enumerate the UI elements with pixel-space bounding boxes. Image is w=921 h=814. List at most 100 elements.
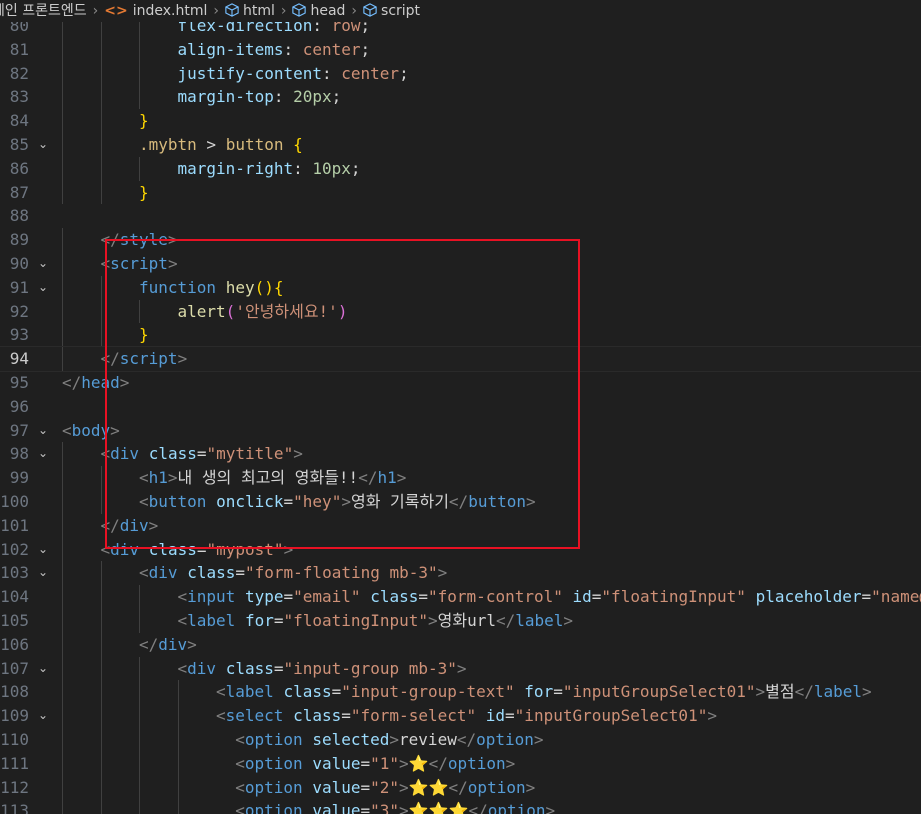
code-token: class	[225, 658, 274, 678]
code-line[interactable]: 80 flex-direction: row;	[0, 22, 921, 38]
code-line[interactable]: 88	[0, 204, 921, 228]
indent-guide	[62, 608, 63, 633]
code-line[interactable]: 110 <option selected>review</option>	[0, 727, 921, 752]
code-token: >	[167, 468, 178, 488]
code-token: >	[399, 753, 409, 773]
code-line[interactable]: 91 ⌄ function hey(){	[0, 275, 921, 300]
indent-guide	[100, 61, 102, 86]
code-line[interactable]: 94 </script>	[0, 346, 921, 372]
code-text: <h1>내 생의 최고의 영화들!!</h1>	[139, 466, 406, 490]
code-line[interactable]: 109 ⌄ <select class="form-select" id="inpu…	[0, 704, 921, 728]
code-token: div	[187, 658, 217, 678]
indent-guide	[139, 799, 140, 814]
code-editor[interactable]: 80 flex-direction: row; 81 align-items: cen…	[0, 22, 921, 814]
line-number: 89	[9, 230, 29, 250]
code-line[interactable]: 95 </head>	[0, 371, 921, 395]
indent-guide	[100, 680, 102, 705]
code-line[interactable]: 105 <label for="floatingInput">영화url</lab…	[0, 608, 921, 633]
code-token: ;	[360, 22, 371, 35]
line-number: 110	[0, 729, 29, 749]
code-token: "floatingInput"	[601, 587, 746, 607]
code-token: class	[148, 539, 197, 559]
fold-chevron-icon[interactable]: ⌄	[38, 657, 54, 681]
code-line[interactable]: 86 margin-right: 10px;	[0, 156, 921, 181]
code-line[interactable]: 111 <option value="1">⭐</option>	[0, 751, 921, 776]
code-line[interactable]: 90 ⌄ <script>	[0, 251, 921, 276]
breadcrumb-file[interactable]: index.html	[133, 3, 208, 19]
indent-guide	[62, 442, 63, 467]
code-line[interactable]: 92 alert('안녕하세요!')	[0, 299, 921, 324]
code-line[interactable]: 87}	[0, 180, 921, 205]
code-line[interactable]: 81 align-items: center;	[0, 37, 921, 62]
code-line[interactable]: 83 margin-top: 20px;	[0, 85, 921, 110]
line-number: 81	[9, 39, 29, 59]
fold-chevron-icon[interactable]: ⌄	[38, 276, 54, 300]
line-number: 86	[9, 158, 29, 178]
fold-chevron-icon[interactable]: ⌄	[38, 538, 54, 562]
code-line[interactable]: 102 ⌄ <div class="mypost">	[0, 537, 921, 562]
code-token: onclick	[216, 491, 284, 511]
code-line[interactable]: 104 <input type="email" class="form-contr…	[0, 585, 921, 609]
line-number: 95	[9, 372, 29, 392]
code-line[interactable]: 96	[0, 395, 921, 419]
code-line[interactable]: 98 ⌄ <div class="mytitle">	[0, 442, 921, 467]
code-line[interactable]: 93}	[0, 323, 921, 348]
code-lines: 80 flex-direction: row; 81 align-items: cen…	[0, 22, 921, 814]
code-token: ;	[350, 158, 361, 178]
fold-chevron-icon[interactable]: ⌄	[38, 561, 54, 585]
code-token: =	[505, 706, 515, 726]
code-line[interactable]: 85 ⌄ .mybtn > button {	[0, 132, 921, 157]
code-token: <	[62, 420, 72, 440]
code-line[interactable]: 100 <button onclick="hey">영화 기록하기</button…	[0, 489, 921, 514]
code-text: alert('안녕하세요!')	[178, 300, 348, 324]
fold-chevron-icon[interactable]: ⌄	[38, 704, 54, 728]
code-line[interactable]: 113 <option value="3">⭐⭐⭐</option>	[0, 799, 921, 814]
code-line[interactable]: 99 <h1>내 생의 최고의 영화들!!</h1>	[0, 466, 921, 490]
code-token: <	[235, 801, 245, 814]
code-token: option	[244, 801, 303, 814]
code-token: type	[244, 587, 284, 607]
indent-guide	[177, 727, 179, 752]
code-line[interactable]: 106 </div>	[0, 632, 921, 657]
code-line[interactable]: 101 </div>	[0, 513, 921, 538]
code-text: align-items: center;	[178, 38, 371, 62]
line-number: 91	[9, 277, 29, 297]
fold-chevron-icon[interactable]: ⌄	[38, 419, 54, 443]
fold-chevron-icon[interactable]: ⌄	[38, 252, 54, 276]
code-line[interactable]: 107 ⌄ <div class="input-group mb-3">	[0, 656, 921, 681]
breadcrumb-head[interactable]: head	[310, 3, 345, 19]
code-line[interactable]: 103 ⌄ <div class="form-floating mb-3">	[0, 561, 921, 586]
code-line[interactable]: 108 <label class="input-group-text" for="…	[0, 680, 921, 705]
code-token: :	[283, 39, 303, 59]
code-token: >	[505, 753, 516, 773]
code-text: <select class="form-select" id="inputGro…	[216, 704, 717, 728]
code-text: }	[139, 181, 149, 205]
code-line[interactable]: 82 justify-content: center;	[0, 61, 921, 86]
code-text: <input type="email" class="form-control"…	[178, 585, 921, 609]
code-token: =	[553, 682, 563, 702]
indent-guide	[139, 61, 140, 86]
breadcrumb-folder[interactable]: 체인 프론트엔드	[0, 3, 87, 19]
indent-guide	[100, 85, 102, 110]
code-token: (){	[254, 277, 284, 297]
code-token: label	[515, 610, 564, 630]
code-line[interactable]: 89 </style>	[0, 228, 921, 252]
indent-guide	[62, 751, 63, 776]
breadcrumb-html[interactable]: html	[243, 3, 275, 19]
fold-chevron-icon[interactable]: ⌄	[38, 442, 54, 466]
chevron-right-icon: ›	[92, 3, 99, 19]
code-token: >	[533, 729, 544, 749]
code-token: =	[273, 658, 284, 678]
code-token: }	[139, 182, 149, 202]
code-token: >	[283, 539, 294, 559]
code-line[interactable]: 112 <option value="2">⭐⭐</option>	[0, 775, 921, 800]
code-token: =	[418, 587, 429, 607]
breadcrumb-script[interactable]: script	[381, 3, 420, 19]
fold-chevron-icon[interactable]: ⌄	[38, 133, 54, 157]
code-text: <div class="input-group mb-3">	[178, 657, 467, 681]
indent-guide	[62, 22, 63, 38]
code-line[interactable]: 97 ⌄ <body>	[0, 419, 921, 443]
code-line[interactable]: 84}	[0, 109, 921, 133]
